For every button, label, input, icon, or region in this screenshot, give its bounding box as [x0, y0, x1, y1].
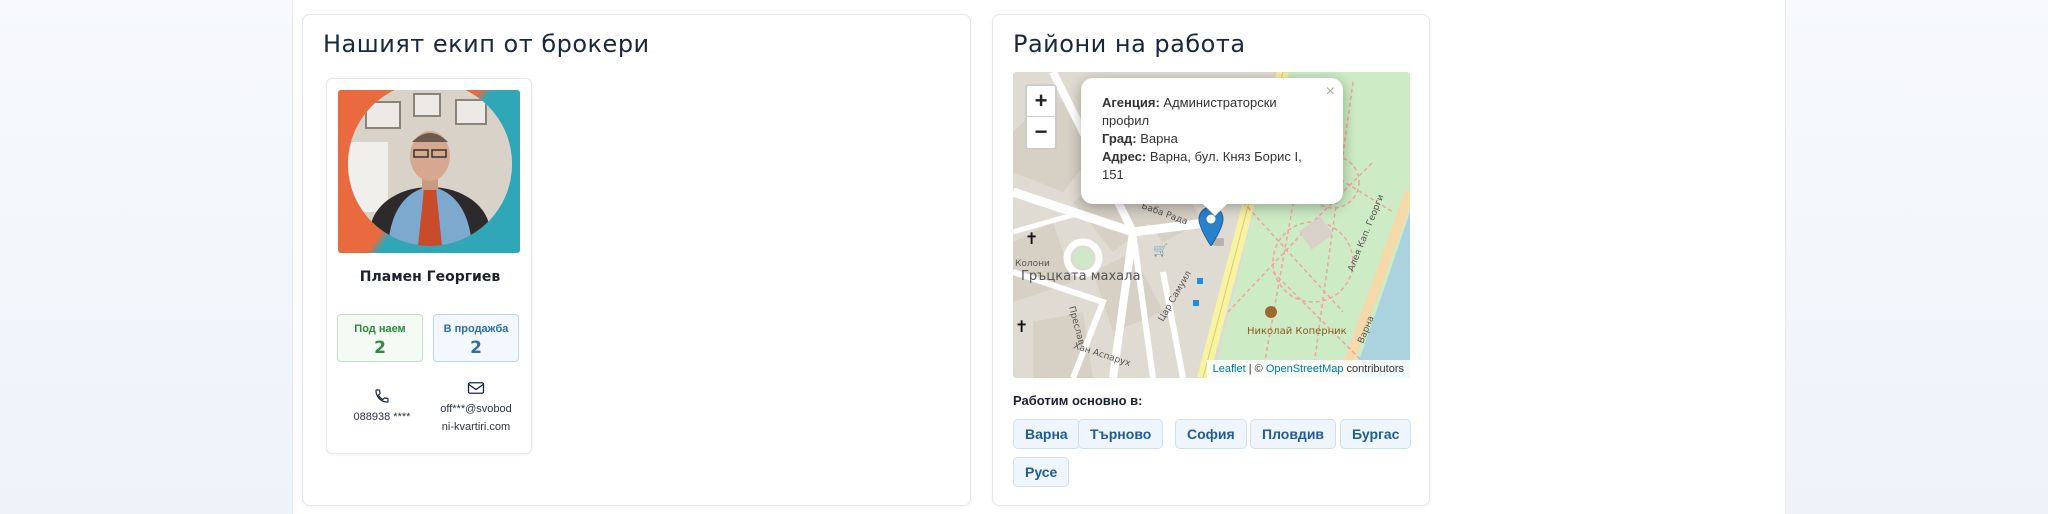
city-chip-ruse[interactable]: Русе: [1013, 457, 1070, 487]
map-popup: × Агенция: Администраторски профил Град:…: [1081, 78, 1343, 216]
map[interactable]: ✝ ✝ 🛒 Гръцката махала Николай Коперник Б…: [1013, 72, 1410, 378]
popup-address: Адрес: Варна, бул. Княз Борис I, 151: [1102, 149, 1302, 182]
leaflet-link[interactable]: Leaflet: [1213, 363, 1246, 375]
phone-icon: [337, 388, 427, 406]
sale-label: В продажба: [443, 323, 509, 335]
broker-name[interactable]: Пламен Георгиев: [327, 269, 533, 285]
city-chip-sofia[interactable]: София: [1175, 419, 1247, 449]
sale-count: 2: [470, 338, 482, 358]
team-card: Нашият екип от брокери Пламен Георгиев П…: [302, 14, 971, 506]
email-line-2: ni-kvartiri.com: [441, 421, 511, 433]
city-chip-burgas[interactable]: Бургас: [1340, 419, 1412, 449]
popup-city: Град: Варна: [1102, 131, 1178, 146]
team-title: Нашият екип от брокери: [323, 30, 650, 58]
svg-text:Николай Коперник: Николай Коперник: [1247, 326, 1347, 337]
svg-text:Колони: Колони: [1015, 259, 1050, 269]
email-contact[interactable]: off***@svobod ni-kvartiri.com: [431, 380, 521, 436]
email-line-1: off***@svobod: [440, 403, 512, 415]
rent-count: 2: [374, 338, 386, 358]
mail-icon: [431, 380, 521, 398]
avatar[interactable]: [338, 90, 520, 253]
zoom-in-button[interactable]: +: [1027, 86, 1055, 117]
popup-tip: [1203, 204, 1227, 216]
city-chip-tarnovo[interactable]: Търново: [1078, 419, 1164, 449]
zoom-out-button[interactable]: −: [1027, 117, 1055, 148]
popup-agency: Агенция: Администраторски профил: [1102, 95, 1277, 128]
svg-text:🛒: 🛒: [1153, 243, 1168, 257]
zoom-control: + −: [1025, 84, 1057, 150]
work-areas-label: Работим основно в:: [1013, 393, 1143, 408]
city-chip-varna[interactable]: Варна: [1013, 419, 1080, 449]
areas-card: Райони на работа ✝ ✝ 🛒 Гръцката махала Н…: [992, 14, 1430, 506]
popup-close-button[interactable]: ×: [1326, 83, 1335, 101]
rent-label: Под наем: [354, 323, 406, 335]
phone-number: 088938 ****: [353, 411, 411, 423]
phone-contact[interactable]: 088938 ****: [337, 388, 427, 426]
broker-card[interactable]: Пламен Георгиев Под наем 2 В продажба 2 …: [326, 78, 532, 454]
city-chip-plovdiv[interactable]: Пловдив: [1250, 419, 1337, 449]
avatar-photo: [348, 90, 512, 246]
areas-title: Райони на работа: [1013, 30, 1246, 58]
svg-text:✝: ✝: [1025, 229, 1038, 248]
svg-text:Гръцката махала: Гръцката махала: [1021, 269, 1140, 284]
osm-link[interactable]: OpenStreetMap: [1266, 363, 1344, 375]
rent-stat[interactable]: Под наем 2: [337, 314, 423, 362]
map-attribution: Leaflet | © OpenStreetMap contributors: [1206, 360, 1410, 378]
svg-text:✝: ✝: [1015, 317, 1028, 336]
sale-stat[interactable]: В продажба 2: [433, 314, 519, 362]
